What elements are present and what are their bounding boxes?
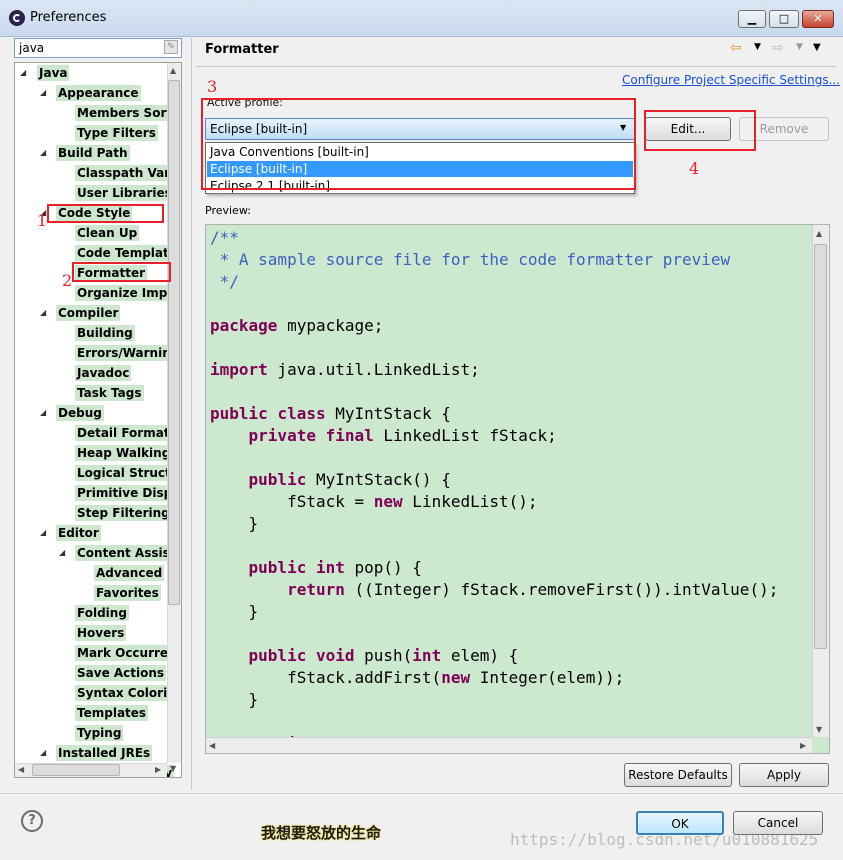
tree-expand-toggle-icon[interactable]: ◢ (40, 745, 46, 761)
window-title: Preferences (30, 10, 107, 25)
footer-separator (0, 793, 843, 794)
tree-item-classpath-vari[interactable]: Classpath Vari (75, 165, 177, 181)
tree-item-task-tags[interactable]: Task Tags (75, 385, 144, 401)
tree-item-type-filters[interactable]: Type Filters (75, 125, 158, 141)
preview-label: Preview: (205, 204, 251, 217)
close-button[interactable]: ✕ (802, 10, 834, 28)
tree-expand-toggle-icon[interactable]: ◢ (59, 545, 65, 561)
scroll-left-arrow-icon[interactable]: ◀ (18, 765, 24, 774)
tree-item-logical-structu[interactable]: Logical Structu (75, 465, 181, 481)
tree-expand-toggle-icon[interactable]: ◢ (40, 145, 46, 161)
header-separator (196, 66, 836, 67)
cancel-button[interactable]: Cancel (733, 811, 823, 835)
annotation-box-2 (72, 262, 171, 282)
preview-scroll-down-icon[interactable]: ▼ (816, 725, 822, 734)
page-title: Formatter (205, 42, 279, 57)
minimize-button[interactable]: ▁ (738, 10, 766, 28)
maximize-button[interactable]: □ (769, 10, 799, 28)
annotation-number-2: 2 (62, 271, 73, 290)
restore-defaults-button[interactable]: Restore Defaults (624, 763, 732, 787)
view-menu-icon[interactable]: ▼ (813, 42, 821, 53)
tree-item-mark-occurrer[interactable]: Mark Occurrer (75, 645, 176, 661)
preview-scroll-left-icon[interactable]: ◀ (209, 741, 215, 750)
tree-expand-toggle-icon[interactable]: ◢ (20, 65, 26, 81)
tree-item-user-libraries[interactable]: User Libraries (75, 185, 174, 201)
pane-divider[interactable] (191, 38, 192, 790)
preview-scroll-right-icon[interactable]: ▶ (800, 741, 806, 750)
code-preview: /** * A sample source file for the code … (205, 224, 830, 754)
tree-item-clean-up[interactable]: Clean Up (75, 225, 140, 241)
tree-expand-toggle-icon[interactable]: ◢ (40, 305, 46, 321)
help-icon[interactable]: ? (21, 810, 43, 832)
tree-item-folding[interactable]: Folding (75, 605, 129, 621)
tree-expand-toggle-icon[interactable]: ◢ (40, 525, 46, 541)
tree-item-building[interactable]: Building (75, 325, 135, 341)
eclipse-app-icon (9, 10, 25, 26)
tree-item-content-assist[interactable]: Content Assist (75, 545, 178, 561)
apply-button[interactable]: Apply (739, 763, 829, 787)
forward-menu-chevron-icon[interactable]: ▼ (796, 42, 803, 52)
back-menu-chevron-icon[interactable]: ▼ (754, 42, 761, 52)
tree-item-java[interactable]: Java (37, 65, 70, 81)
tree-item-installed-jres[interactable]: Installed JREs (56, 745, 153, 761)
tree-item-members-sort[interactable]: Members Sort (75, 105, 175, 121)
ok-button[interactable]: OK (636, 811, 724, 835)
clear-filter-icon[interactable]: ✎ (164, 40, 178, 54)
annotation-box-3 (201, 98, 636, 190)
tree-item-compiler[interactable]: Compiler (56, 305, 121, 321)
tree-expand-toggle-icon[interactable]: ◢ (40, 85, 46, 101)
tree-item-detail-formatt[interactable]: Detail Formatt (75, 425, 178, 441)
tree-item-primitive-disp[interactable]: Primitive Disp (75, 485, 175, 501)
annotation-box-1 (47, 204, 164, 223)
annotation-box-4 (644, 110, 756, 151)
preview-scroll-up-icon[interactable]: ▲ (816, 229, 822, 238)
scroll-right-arrow-icon[interactable]: ▶ (155, 765, 161, 774)
title-bar (0, 0, 843, 37)
tree-item-advanced[interactable]: Advanced (94, 565, 165, 581)
tree-item-save-actions[interactable]: Save Actions (75, 665, 167, 681)
tree-item-debug[interactable]: Debug (56, 405, 104, 421)
tree-item-appearance[interactable]: Appearance (56, 85, 141, 101)
preference-tree: ◢ Java ◢ Appearance Members Sort Type Filters… (14, 62, 182, 778)
tree-item-build-path[interactable]: Build Path (56, 145, 130, 161)
scroll-down-arrow-icon[interactable]: ▼ (170, 764, 176, 773)
back-arrow-icon[interactable]: ⇦ (730, 40, 742, 56)
caption-overlay: 我想要怒放的生命 (261, 824, 382, 842)
tree-item-typing[interactable]: Typing (75, 725, 124, 741)
tree-item-heap-walking[interactable]: Heap Walking (75, 445, 173, 461)
tree-item-editor[interactable]: Editor (56, 525, 101, 541)
annotation-number-1: 1 (37, 211, 48, 230)
tree-item-favorites[interactable]: Favorites (94, 585, 161, 601)
tree-item-syntax-colorir[interactable]: Syntax Colorir (75, 685, 176, 701)
tree-expand-toggle-icon[interactable]: ◢ (40, 405, 46, 421)
annotation-number-3: 3 (207, 77, 218, 96)
tree-horizontal-scroll-thumb[interactable] (32, 764, 120, 776)
tree-item-code-templat[interactable]: Code Templat (75, 245, 171, 261)
filter-input[interactable]: java (14, 38, 182, 58)
tree-item-errors-warnin[interactable]: Errors/Warnin (75, 345, 173, 361)
tree-item-templates[interactable]: Templates (75, 705, 149, 721)
forward-arrow-icon[interactable]: ⇨ (772, 40, 784, 56)
tree-item-organize-impo[interactable]: Organize Impo (75, 285, 178, 301)
tree-item-step-filtering[interactable]: Step Filtering (75, 505, 172, 521)
preview-scroll-thumb[interactable] (814, 244, 827, 649)
configure-project-settings-link[interactable]: Configure Project Specific Settings... (622, 73, 840, 87)
tree-item-hovers[interactable]: Hovers (75, 625, 127, 641)
preview-horizontal-scrollbar[interactable] (206, 737, 812, 753)
tree-scroll-thumb[interactable] (168, 80, 180, 605)
annotation-number-4: 4 (689, 159, 700, 178)
scroll-up-arrow-icon[interactable]: ▲ (170, 66, 176, 75)
preview-code: /** * A sample source file for the code … (210, 228, 779, 753)
tree-item-javadoc[interactable]: Javadoc (75, 365, 132, 381)
